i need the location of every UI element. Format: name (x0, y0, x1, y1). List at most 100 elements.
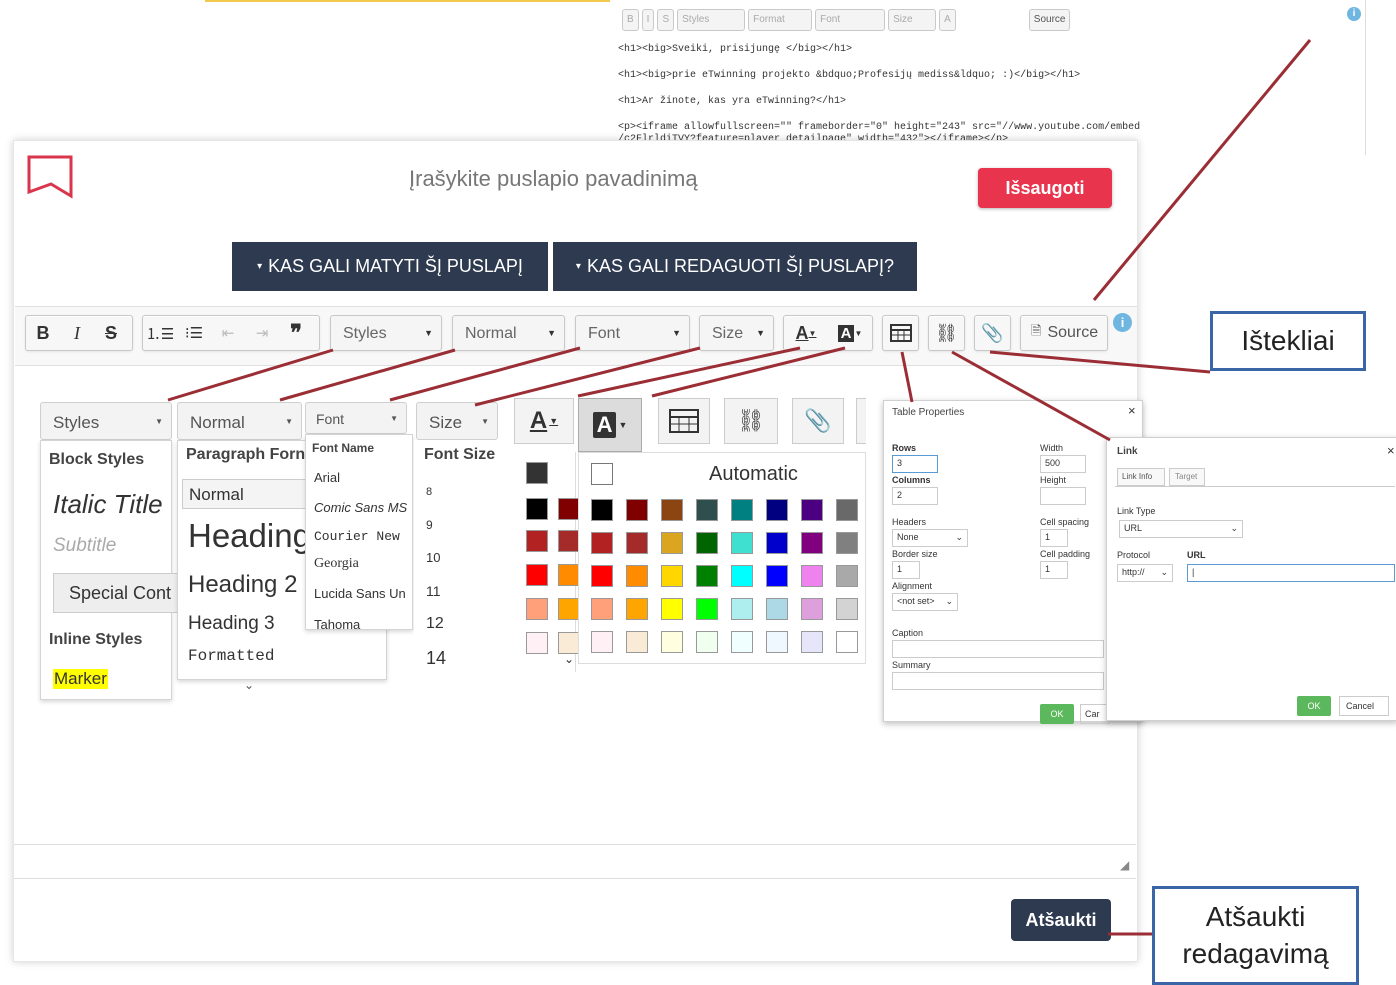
color-swatch[interactable] (591, 565, 613, 587)
color-swatch[interactable] (766, 565, 788, 587)
color-swatch[interactable] (661, 499, 683, 521)
color-swatch[interactable] (836, 499, 858, 521)
text-color-button[interactable]: A ▼ (784, 316, 828, 350)
cancel-button[interactable]: Cancel (1339, 696, 1389, 716)
color-swatch[interactable] (766, 631, 788, 653)
color-swatch[interactable] (801, 499, 823, 521)
color-swatch[interactable] (696, 631, 718, 653)
mini-bold[interactable]: B (622, 9, 639, 31)
blockquote-icon[interactable]: ❞ (279, 316, 313, 350)
color-swatch[interactable] (626, 565, 648, 587)
color-swatch[interactable] (526, 530, 548, 552)
special-container-option[interactable]: Special Cont (53, 573, 181, 613)
height-input[interactable] (1040, 487, 1086, 505)
mini-font[interactable]: Font (815, 9, 886, 31)
color-swatch[interactable] (626, 598, 648, 620)
bold-button[interactable]: B (26, 316, 60, 350)
format-option-heading1[interactable]: Heading (188, 517, 311, 555)
ok-button[interactable]: OK (1297, 696, 1331, 716)
color-swatch[interactable] (526, 598, 548, 620)
color-swatch[interactable] (801, 532, 823, 554)
color-swatch[interactable] (526, 564, 548, 586)
color-swatch[interactable] (836, 532, 858, 554)
mini-strike[interactable]: S (657, 9, 675, 31)
font-option[interactable]: Courier New (314, 529, 400, 544)
color-swatch[interactable] (558, 530, 580, 552)
size-option[interactable]: 8 (426, 486, 432, 498)
format-option-heading3[interactable]: Heading 3 (188, 613, 275, 635)
info-icon[interactable]: i (1113, 313, 1132, 332)
color-swatch[interactable] (731, 532, 753, 554)
close-icon[interactable]: × (1128, 403, 1136, 418)
color-swatch[interactable] (766, 532, 788, 554)
color-swatch[interactable] (626, 631, 648, 653)
color-swatch[interactable] (558, 564, 580, 586)
cell-spacing-input[interactable]: 1 (1040, 529, 1068, 547)
color-swatch[interactable] (526, 632, 548, 654)
color-swatch[interactable] (696, 565, 718, 587)
table-large-button[interactable] (658, 398, 710, 444)
tab-target[interactable]: Target (1169, 468, 1205, 486)
mini-italic[interactable]: I (641, 9, 655, 31)
color-swatch[interactable] (591, 532, 613, 554)
link-large-button[interactable]: ⛓ (724, 398, 778, 444)
indent-icon[interactable]: ⇥ (245, 316, 279, 350)
format-option-formatted[interactable]: Formatted (188, 647, 274, 665)
color-swatch[interactable] (626, 532, 648, 554)
color-swatch[interactable] (591, 499, 613, 521)
color-swatch[interactable] (766, 499, 788, 521)
size-option[interactable]: 11 (426, 583, 441, 599)
italic-button[interactable]: I (60, 316, 94, 350)
color-swatch[interactable] (836, 631, 858, 653)
mini-color[interactable]: A (939, 9, 956, 31)
caption-input[interactable] (892, 640, 1104, 658)
color-swatch[interactable] (526, 498, 548, 520)
border-input[interactable]: 1 (892, 561, 920, 579)
ok-button[interactable]: OK (1040, 704, 1074, 724)
width-input[interactable]: 500 (1040, 455, 1086, 473)
attach-large-button[interactable]: 📎 (792, 398, 844, 444)
info-icon[interactable]: i (1347, 7, 1361, 21)
source-button[interactable]: 🗎 Source (1020, 315, 1108, 351)
mini-styles[interactable]: Styles (677, 9, 746, 31)
cell-padding-input[interactable]: 1 (1040, 561, 1068, 579)
color-swatch[interactable] (591, 631, 613, 653)
columns-input[interactable]: 2 (892, 487, 938, 505)
format-dropdown-head[interactable]: Normal ▼ (177, 402, 302, 440)
font-option[interactable]: Comic Sans MS (314, 500, 407, 515)
strike-button[interactable]: S (94, 316, 128, 350)
format-option-heading2[interactable]: Heading 2 (188, 571, 297, 599)
color-swatch[interactable] (661, 631, 683, 653)
color-swatch[interactable] (591, 598, 613, 620)
resize-handle-icon[interactable]: ◢ (1120, 858, 1129, 872)
save-button[interactable]: Išsaugoti (978, 168, 1112, 208)
color-swatch[interactable] (836, 565, 858, 587)
edit-permissions-button[interactable]: ▾ KAS GALI REDAGUOTI ŠĮ PUSLAPĮ? (553, 242, 917, 291)
color-swatch[interactable] (801, 631, 823, 653)
alignment-select[interactable]: <not set> ⌄ (892, 593, 958, 611)
tab-link-info[interactable]: Link Info (1117, 468, 1165, 486)
color-swatch[interactable] (696, 532, 718, 554)
attach-button[interactable]: 📎 (974, 315, 1011, 351)
text-color-large-button[interactable]: A ▼ (514, 398, 574, 444)
protocol-select[interactable]: http:// ⌄ (1117, 564, 1173, 582)
format-combo[interactable]: Normal ▼ (452, 315, 565, 351)
automatic-color-option[interactable]: Automatic (709, 463, 798, 486)
font-combo[interactable]: Font ▼ (575, 315, 690, 351)
font-option[interactable]: Tahoma (314, 617, 360, 629)
color-swatch[interactable] (696, 598, 718, 620)
size-combo[interactable]: Size ▼ (699, 315, 774, 351)
mini-source-button[interactable]: Source (1028, 9, 1071, 31)
color-swatch[interactable] (696, 499, 718, 521)
color-swatch[interactable] (801, 598, 823, 620)
color-swatch[interactable] (801, 565, 823, 587)
color-swatch[interactable] (558, 598, 580, 620)
color-swatch[interactable] (661, 598, 683, 620)
size-option[interactable]: 10 (426, 550, 440, 565)
color-swatch[interactable] (731, 598, 753, 620)
font-option[interactable]: Georgia (314, 556, 359, 572)
summary-input[interactable] (892, 672, 1104, 690)
close-icon[interactable]: × (1387, 443, 1395, 458)
table-button[interactable] (882, 315, 919, 351)
font-option[interactable]: Arial (314, 470, 340, 485)
